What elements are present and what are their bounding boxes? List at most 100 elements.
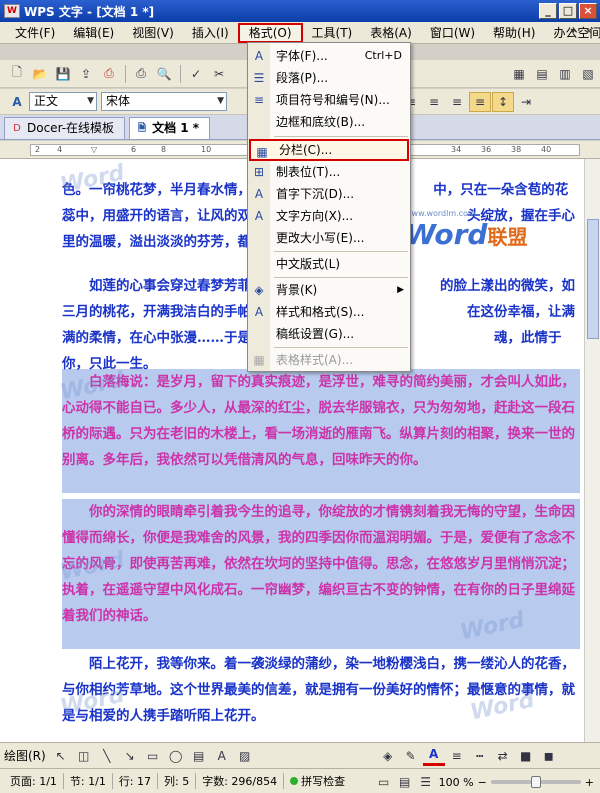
minimize-button[interactable]: _ [539, 3, 557, 19]
line-style-icon[interactable]: ≡ [446, 746, 468, 766]
menu-item-background[interactable]: ◈ 背景(K) ▶ [248, 279, 410, 301]
menu-view[interactable]: 视图(V) [123, 23, 183, 43]
sheet-icon[interactable]: ▤ [531, 64, 553, 84]
menu-item-columns[interactable]: ▦ 分栏(C)... [249, 139, 409, 161]
line-spacing-icon[interactable]: ↕ [492, 91, 514, 112]
font-select[interactable]: 宋体 ▼ [101, 92, 227, 111]
menu-item-label: 制表位(T)... [276, 165, 341, 179]
menu-item-font[interactable]: A 字体(F)... Ctrl+D [248, 45, 410, 67]
page-view-icon[interactable]: ▭ [376, 774, 392, 790]
zoom-in-icon[interactable]: + [585, 776, 594, 789]
outline-view-icon[interactable]: ☰ [418, 774, 434, 790]
select-pointer-icon[interactable]: ↖ [50, 746, 72, 766]
menu-item-label: 中文版式(L) [276, 257, 341, 271]
window-controls: _ □ × [539, 3, 597, 19]
doc-minimize-icon[interactable]: ▾ [566, 25, 580, 39]
background-icon: ◈ [254, 283, 264, 297]
export-icon[interactable]: ⇪ [75, 64, 97, 84]
wps-app-icon[interactable]: W [4, 4, 20, 18]
doc-close-icon[interactable]: × [582, 25, 596, 39]
paragraph-3[interactable]: 白落梅说：是岁月，留下的真实痕迹，是浮世，难寻的简约美丽，才会叫人如此，心动得不… [62, 369, 580, 473]
menu-item-chinese-layout[interactable]: 中文版式(L) [248, 253, 410, 275]
menu-item-styles-formatting[interactable]: A 样式和格式(S)... [248, 301, 410, 323]
fill-color-icon[interactable]: ◈ [377, 746, 399, 766]
justify-icon[interactable]: ≡ [446, 92, 468, 112]
autoshapes-icon[interactable]: ◫ [73, 746, 95, 766]
dash-style-icon[interactable]: ┅ [469, 746, 491, 766]
zoom-slider-knob[interactable] [530, 776, 541, 788]
zoom-out-icon[interactable]: − [478, 776, 487, 789]
font-icon: A [254, 49, 264, 63]
table-insert-icon[interactable]: ▦ [508, 64, 530, 84]
zoom-slider[interactable] [490, 776, 581, 788]
menu-file[interactable]: 文件(F) [6, 23, 64, 43]
cut-icon[interactable]: ✂ [208, 64, 230, 84]
distributed-align-icon[interactable]: ≡ [469, 91, 491, 112]
arrow-style-icon[interactable]: ⇄ [492, 746, 514, 766]
menu-window[interactable]: 窗口(W) [421, 23, 484, 43]
menu-table[interactable]: 表格(A) [361, 23, 421, 43]
menu-item-shortcut: Ctrl+D [364, 49, 402, 62]
chart-icon[interactable]: ▥ [554, 64, 576, 84]
ruler-tick: 40 [541, 145, 552, 154]
3d-icon[interactable]: ◼ [538, 746, 560, 766]
menu-item-label: 更改大小写(E)... [276, 231, 365, 245]
menu-item-tab-stops[interactable]: ⊞ 制表位(T)... [248, 161, 410, 183]
styles-icon: A [254, 305, 264, 319]
draw-menu-button[interactable]: 绘图(R) [4, 747, 46, 764]
menu-item-borders-shading[interactable]: 边框和底纹(B)... [248, 111, 410, 133]
menu-item-change-case[interactable]: 更改大小写(E)... [248, 227, 410, 249]
styles-pane-icon[interactable]: A [6, 92, 28, 112]
drawing-toolbar: 绘图(R) ↖ ◫ ╲ ↘ ▭ ◯ ▤ A ▨ ◈ ✎ A ≡ ┅ ⇄ ■ ◼ [0, 742, 600, 768]
indent-marker-icon[interactable]: ▽ [91, 145, 97, 154]
tab-document-1[interactable]: 🗎 文档 1 * [129, 117, 211, 139]
style-select[interactable]: 正文 ▼ [29, 92, 97, 111]
print-preview-icon[interactable]: 🔍 [153, 64, 175, 84]
menu-item-text-direction[interactable]: A 文字方向(X)... [248, 205, 410, 227]
line-icon[interactable]: ╲ [96, 746, 118, 766]
maximize-button[interactable]: □ [559, 3, 577, 19]
menu-bar: 文件(F) 编辑(E) 视图(V) 插入(I) 格式(O) 工具(T) 表格(A… [0, 22, 600, 44]
menu-insert[interactable]: 插入(I) [183, 23, 238, 43]
pdf-icon[interactable]: ⎙ [98, 64, 120, 84]
wordart-icon[interactable]: A [211, 746, 233, 766]
status-bar: 页面: 1/1 节: 1/1 行: 17 列: 5 字数: 296/854 拼写… [0, 768, 600, 793]
arrow-icon[interactable]: ↘ [119, 746, 141, 766]
paragraph-icon: ☰ [253, 71, 265, 85]
menu-tools[interactable]: 工具(T) [303, 23, 362, 43]
menu-edit[interactable]: 编辑(E) [64, 23, 123, 43]
scrollbar-thumb[interactable] [587, 219, 599, 339]
tab-docer-templates[interactable]: D Docer-在线模板 [4, 117, 126, 139]
menu-item-paragraph[interactable]: ☰ 段落(P)... [248, 67, 410, 89]
table-style-icon: ▦ [253, 353, 265, 367]
textbox-icon[interactable]: ▤ [188, 746, 210, 766]
columns-toolbar-icon[interactable]: ▧ [577, 64, 599, 84]
indent-icon[interactable]: ⇥ [515, 92, 537, 112]
spellcheck-icon[interactable]: ✓ [185, 64, 207, 84]
open-folder-icon[interactable]: 📂 [29, 64, 51, 84]
vertical-scrollbar[interactable] [584, 159, 600, 742]
ellipse-icon[interactable]: ◯ [165, 746, 187, 766]
print-icon[interactable]: ⎙ [130, 64, 152, 84]
brand-logo-word: Word [405, 218, 488, 251]
menu-item-manuscript-settings[interactable]: 稿纸设置(G)... [248, 323, 410, 345]
close-button[interactable]: × [579, 3, 597, 19]
align-right-icon[interactable]: ≡ [423, 92, 445, 112]
ruler-tick: 36 [481, 145, 492, 154]
menu-help[interactable]: 帮助(H) [484, 23, 544, 43]
image-icon[interactable]: ▨ [234, 746, 256, 766]
paragraph-4[interactable]: 你的深情的眼睛牵引着我今生的追寻，你绽放的才情镌刻着我无悔的守望，生命因懂得而绵… [62, 499, 580, 629]
menu-format[interactable]: 格式(O) [237, 22, 303, 43]
menu-item-bullets-numbering[interactable]: ≡ 项目符号和编号(N)... [248, 89, 410, 111]
web-view-icon[interactable]: ▤ [397, 774, 413, 790]
status-word-count[interactable]: 字数: 296/854 [196, 773, 285, 789]
line-color-icon[interactable]: ✎ [400, 746, 422, 766]
spellcheck-toggle[interactable]: 拼写检查 [284, 773, 351, 789]
font-color-icon[interactable]: A [422, 746, 445, 766]
shadow-icon[interactable]: ■ [515, 746, 537, 766]
new-document-icon[interactable]: 🗋 [6, 64, 28, 84]
rectangle-icon[interactable]: ▭ [142, 746, 164, 766]
menu-separator [274, 251, 408, 252]
save-icon[interactable]: 💾 [52, 64, 74, 84]
menu-item-drop-cap[interactable]: A 首字下沉(D)... [248, 183, 410, 205]
